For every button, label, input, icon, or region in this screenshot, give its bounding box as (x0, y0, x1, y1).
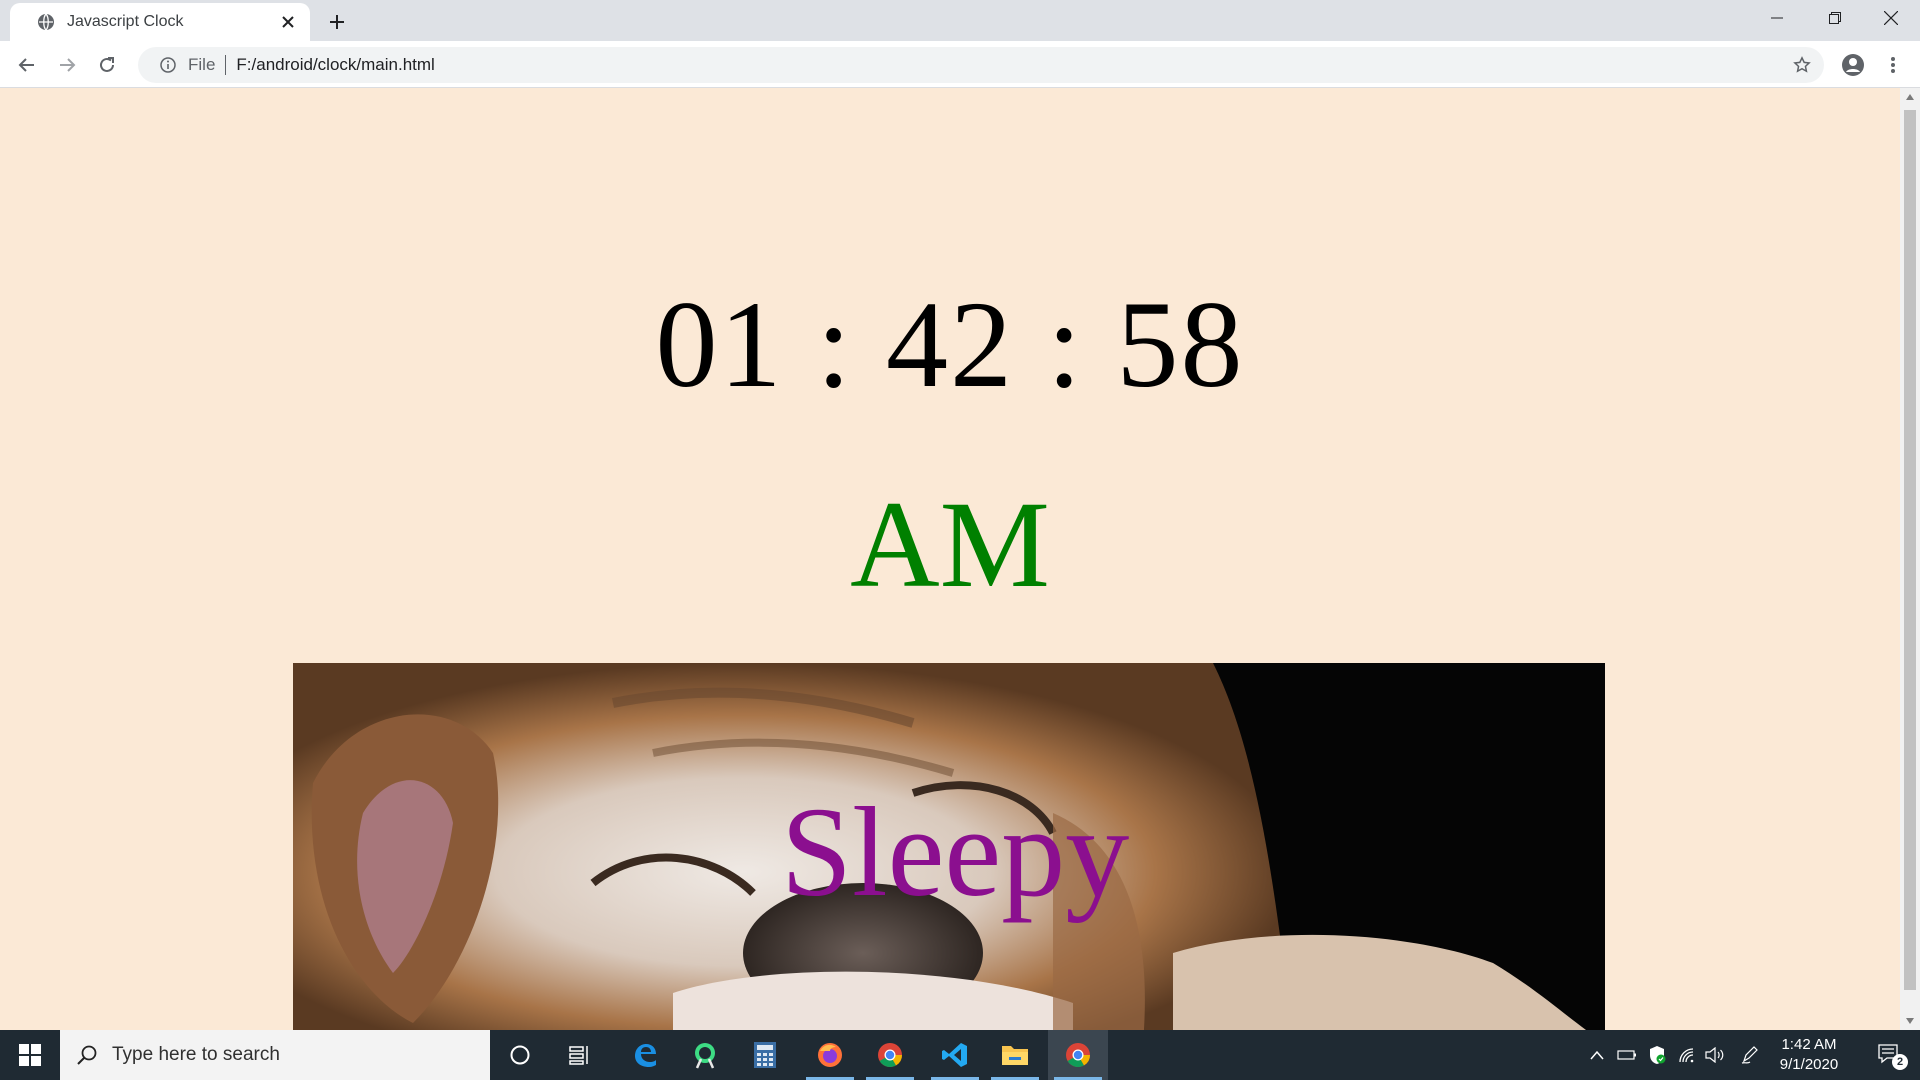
restore-icon[interactable] (1806, 0, 1864, 36)
kebab-menu-icon (1891, 57, 1895, 73)
chrome-active-icon[interactable] (1048, 1030, 1108, 1080)
reload-icon (100, 57, 114, 72)
profile-button[interactable] (1838, 50, 1868, 80)
browser-toolbar: File F:/android/clock/main.html (0, 41, 1920, 88)
wifi-icon[interactable] (1672, 1030, 1702, 1080)
clock-time: 01 : 42 : 58 (655, 276, 1245, 413)
minimize-icon[interactable] (1748, 0, 1806, 36)
scroll-down-arrow-icon[interactable] (1900, 1012, 1920, 1030)
system-clock[interactable]: 1:42 AM 9/1/2020 (1764, 1035, 1854, 1075)
forward-button[interactable] (52, 50, 82, 80)
clock-period: AM (850, 476, 1050, 613)
address-bar[interactable]: File F:/android/clock/main.html (138, 47, 1824, 83)
search-icon (77, 1045, 97, 1065)
android-studio-icon[interactable] (675, 1030, 735, 1080)
battery-icon[interactable] (1612, 1030, 1642, 1080)
omnibox-separator (225, 55, 227, 75)
menu-button[interactable] (1878, 50, 1908, 80)
chevron-up-icon[interactable] (1582, 1030, 1612, 1080)
url-text[interactable]: F:/android/clock/main.html (236, 55, 434, 75)
close-window-icon[interactable] (1862, 0, 1920, 36)
file-scheme-label: File (188, 55, 216, 74)
bookmark-star-icon[interactable] (1792, 55, 1812, 75)
mood-label: Sleepy (780, 781, 1130, 923)
windows-taskbar: Type here to search 1:42 AM 9/1/2020 2 (0, 1030, 1920, 1080)
account-icon (1842, 54, 1864, 76)
back-arrow-icon (18, 58, 34, 72)
browser-tab[interactable]: Javascript Clock (10, 3, 310, 41)
notification-center-button[interactable]: 2 (1868, 1030, 1912, 1080)
tab-title: Javascript Clock (67, 13, 184, 30)
notification-count-badge: 2 (1892, 1054, 1908, 1070)
tab-strip: Javascript Clock (0, 0, 1920, 41)
start-button[interactable] (0, 1030, 60, 1080)
vscode-icon[interactable] (925, 1030, 985, 1080)
scroll-thumb[interactable] (1904, 110, 1916, 990)
windows-logo-icon (19, 1044, 41, 1066)
scroll-up-arrow-icon[interactable] (1900, 88, 1920, 106)
calculator-icon[interactable] (735, 1030, 795, 1080)
globe-icon (37, 13, 55, 31)
system-time: 1:42 AM (1781, 1036, 1837, 1053)
system-date: 9/1/2020 (1779, 1056, 1839, 1073)
security-shield-icon[interactable] (1642, 1030, 1672, 1080)
new-tab-button[interactable] (322, 8, 352, 36)
forward-arrow-icon (60, 58, 76, 72)
page-viewport: 01 : 42 : 58 AM Sleepy (0, 88, 1900, 1030)
firefox-icon[interactable] (800, 1030, 860, 1080)
back-button[interactable] (12, 50, 42, 80)
chrome-icon[interactable] (860, 1030, 920, 1080)
reload-button[interactable] (92, 50, 122, 80)
file-explorer-icon[interactable] (985, 1030, 1045, 1080)
search-placeholder: Type here to search (112, 1044, 280, 1065)
close-tab-icon[interactable] (278, 12, 298, 32)
pen-workspace-icon[interactable] (1736, 1030, 1764, 1080)
taskbar-search[interactable]: Type here to search (60, 1030, 490, 1080)
task-view-icon[interactable] (550, 1030, 610, 1080)
edge-icon[interactable] (615, 1030, 675, 1080)
info-icon[interactable] (160, 56, 178, 74)
page-scrollbar[interactable] (1900, 88, 1920, 1030)
cortana-icon[interactable] (490, 1030, 550, 1080)
volume-icon[interactable] (1700, 1030, 1730, 1080)
